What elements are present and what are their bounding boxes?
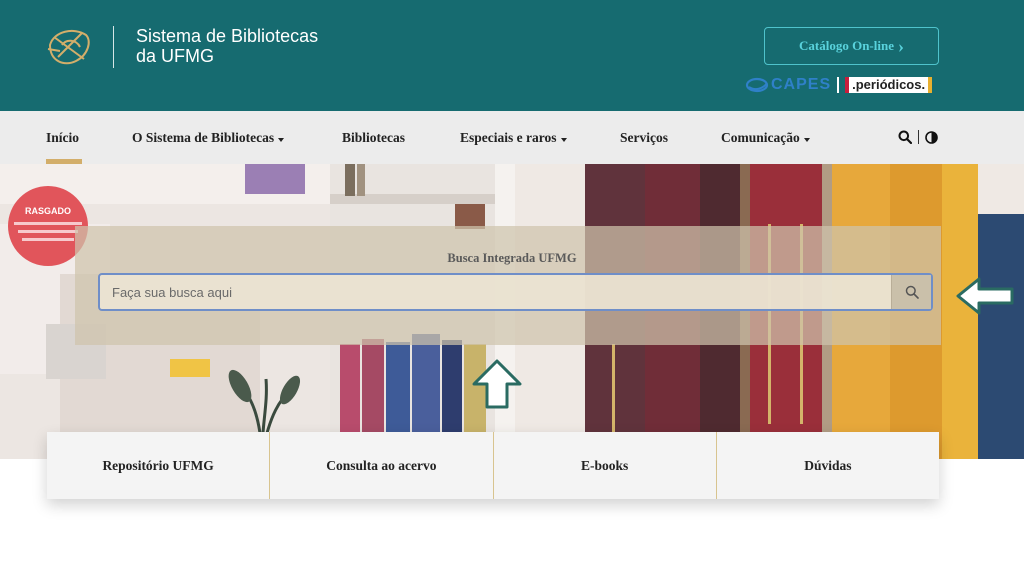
search-button[interactable] bbox=[891, 275, 931, 309]
search-box bbox=[98, 273, 933, 311]
card-label: E-books bbox=[580, 457, 629, 473]
nav-tools bbox=[898, 127, 938, 147]
card-duvidas[interactable]: Dúvidas bbox=[717, 432, 939, 499]
contrast-icon[interactable] bbox=[925, 130, 938, 144]
tools-divider bbox=[918, 130, 919, 144]
chevron-right-icon: › bbox=[897, 36, 904, 56]
capes-text: CAPES bbox=[771, 76, 832, 93]
nav-item-o-sistema[interactable]: O Sistema de Bibliotecas bbox=[132, 111, 285, 164]
ufmg-logo-icon[interactable] bbox=[44, 25, 94, 69]
nav-item-label: Especiais e raros bbox=[460, 129, 557, 145]
periodicos-logo: .periódicos. bbox=[845, 77, 933, 93]
caret-down-icon bbox=[803, 137, 810, 142]
main-nav: Início O Sistema de Bibliotecas Bibliote… bbox=[0, 111, 1024, 164]
search-input[interactable] bbox=[100, 275, 891, 309]
card-label: Dúvidas bbox=[804, 457, 852, 473]
nav-item-comunicacao[interactable]: Comunicação bbox=[721, 111, 810, 164]
arrow-up-icon bbox=[472, 359, 522, 409]
poster-text: RASGADO bbox=[25, 206, 71, 216]
capes-divider bbox=[837, 77, 840, 93]
nav-item-especiais[interactable]: Especiais e raros bbox=[460, 111, 567, 164]
nav-item-label: Comunicação bbox=[721, 129, 800, 145]
quick-links: Repositório UFMG Consulta ao acervo E-bo… bbox=[47, 432, 939, 499]
site-title-line1: Sistema de Bibliotecas bbox=[136, 26, 319, 46]
brand-divider bbox=[113, 26, 114, 68]
nav-item-label: Serviços bbox=[620, 129, 668, 145]
arrow-left-icon bbox=[956, 277, 1014, 315]
search-icon[interactable] bbox=[898, 130, 912, 144]
nav-item-label: Início bbox=[46, 129, 80, 145]
catalog-online-button[interactable]: Catálogo On-line › bbox=[764, 27, 939, 65]
card-label: Repositório UFMG bbox=[102, 457, 214, 473]
capes-periodicos-link[interactable]: CAPES .periódicos. bbox=[745, 76, 933, 94]
site-title-line2: da UFMG bbox=[136, 46, 215, 66]
card-consulta-acervo[interactable]: Consulta ao acervo bbox=[270, 432, 494, 499]
nav-item-bibliotecas[interactable]: Bibliotecas bbox=[342, 111, 405, 164]
nav-item-inicio[interactable]: Início bbox=[46, 111, 79, 164]
site-title[interactable]: Sistema de Bibliotecas da UFMG bbox=[136, 26, 318, 66]
capes-swoosh-icon bbox=[745, 77, 769, 93]
nav-item-servicos[interactable]: Serviços bbox=[620, 111, 668, 164]
card-repositorio[interactable]: Repositório UFMG bbox=[47, 432, 271, 499]
card-label: Consulta ao acervo bbox=[326, 457, 437, 473]
caret-down-icon bbox=[560, 137, 567, 142]
nav-item-label: O Sistema de Bibliotecas bbox=[132, 129, 275, 145]
catalog-online-label: Catálogo On-line bbox=[799, 38, 894, 53]
site-header: Sistema de Bibliotecas da UFMG Catálogo … bbox=[0, 0, 1024, 111]
search-icon bbox=[905, 285, 919, 299]
caret-down-icon bbox=[278, 137, 285, 142]
nav-item-label: Bibliotecas bbox=[342, 129, 405, 145]
capes-logo: CAPES bbox=[745, 76, 831, 94]
search-title: Busca Integrada UFMG bbox=[447, 251, 577, 265]
card-ebooks[interactable]: E-books bbox=[494, 432, 717, 499]
